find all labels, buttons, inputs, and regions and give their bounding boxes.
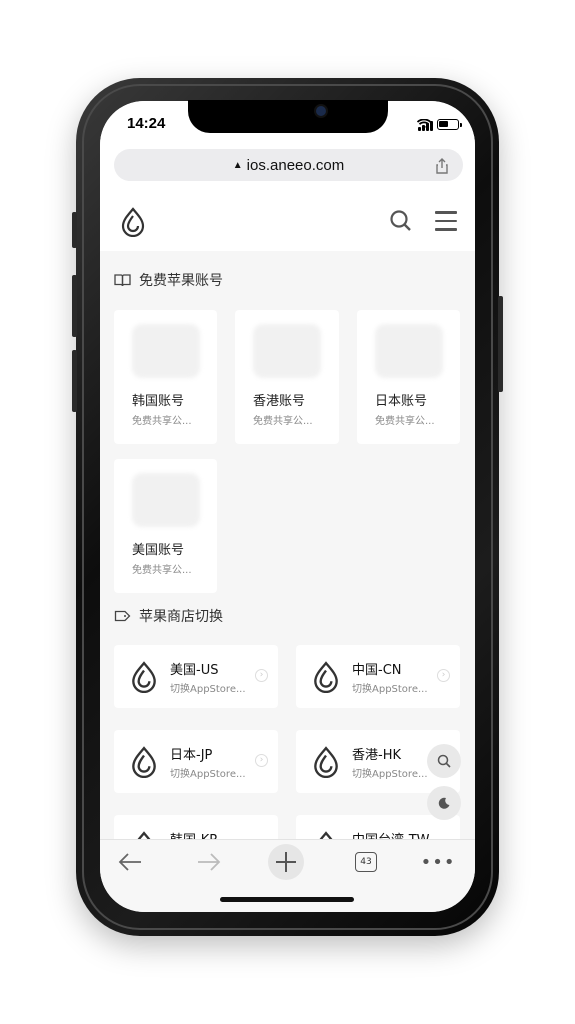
card-thumbnail — [375, 324, 443, 378]
chevron-right-icon: › — [255, 754, 268, 767]
card-name: 韩国账号 — [132, 394, 185, 409]
section-store-switch-title: 苹果商店切换 — [114, 606, 223, 626]
store-desc: 切换AppStore... — [170, 769, 246, 780]
droplet-logo-icon — [132, 661, 156, 693]
floating-search-button[interactable] — [427, 744, 461, 778]
tabs-button[interactable]: 43 — [354, 850, 378, 874]
card-desc: 免费共享公... — [375, 416, 435, 427]
tabs-count: 43 — [355, 852, 377, 872]
account-card-hongkong[interactable]: 香港账号 免费共享公... — [235, 310, 339, 444]
droplet-logo-icon — [132, 746, 156, 778]
droplet-logo-icon — [314, 661, 338, 693]
droplet-logo-icon — [314, 746, 338, 778]
moon-icon — [438, 797, 450, 809]
front-camera — [316, 106, 326, 116]
browser-toolbar: 43 ••• — [100, 839, 475, 912]
card-name: 美国账号 — [132, 543, 185, 558]
battery-icon — [437, 119, 462, 130]
store-name: 中国-CN — [352, 663, 402, 678]
volume-up-button — [72, 275, 77, 337]
home-indicator — [220, 897, 354, 902]
share-icon[interactable] — [433, 157, 451, 175]
chevron-right-icon: › — [437, 669, 450, 682]
section-free-accounts-title: 免费苹果账号 — [114, 270, 223, 290]
hamburger-menu-icon[interactable] — [435, 211, 457, 231]
search-icon — [437, 754, 451, 768]
account-card-japan[interactable]: 日本账号 免费共享公... — [357, 310, 460, 444]
card-desc: 免费共享公... — [132, 565, 192, 576]
book-icon — [114, 274, 131, 287]
store-switch-jp[interactable]: 日本-JP 切换AppStore... › — [114, 730, 278, 793]
card-thumbnail — [132, 324, 200, 378]
phone-notch — [188, 100, 388, 133]
phone-screen: 14:24 ▲ ios.aneeo.com 免费苹果账号 韩国账号 免费共享公.… — [100, 101, 475, 912]
card-desc: 免费共享公... — [253, 416, 313, 427]
url-bar[interactable]: ▲ ios.aneeo.com — [114, 149, 463, 181]
mute-switch — [72, 212, 77, 248]
url-text: ios.aneeo.com — [246, 156, 345, 174]
card-desc: 免费共享公... — [132, 416, 192, 427]
tag-icon — [114, 610, 131, 622]
browser-address-area: ▲ ios.aneeo.com — [100, 145, 475, 191]
card-thumbnail — [132, 473, 200, 527]
dark-mode-toggle[interactable] — [427, 786, 461, 820]
site-header — [100, 191, 475, 251]
store-desc: 切换AppStore... — [352, 684, 428, 695]
volume-down-button — [72, 350, 77, 412]
store-desc: 切换AppStore... — [170, 684, 246, 695]
droplet-logo-icon[interactable] — [120, 207, 146, 237]
status-time: 14:24 — [127, 115, 166, 132]
store-name: 香港-HK — [352, 748, 401, 763]
store-desc: 切换AppStore... — [352, 769, 428, 780]
card-thumbnail — [253, 324, 321, 378]
store-switch-cn[interactable]: 中国-CN 切换AppStore... › — [296, 645, 460, 708]
card-name: 日本账号 — [375, 394, 428, 409]
arrow-right-icon[interactable] — [196, 850, 222, 874]
ellipsis-icon[interactable]: ••• — [421, 850, 455, 874]
new-tab-button[interactable] — [268, 844, 304, 880]
card-name: 香港账号 — [253, 394, 306, 409]
power-button — [498, 296, 503, 392]
account-card-korea[interactable]: 韩国账号 免费共享公... — [114, 310, 217, 444]
store-name: 美国-US — [170, 663, 219, 678]
search-icon[interactable] — [389, 209, 413, 233]
store-name: 日本-JP — [170, 748, 213, 763]
secure-indicator-icon: ▲ — [232, 159, 243, 171]
arrow-left-icon[interactable] — [117, 850, 143, 874]
account-card-usa[interactable]: 美国账号 免费共享公... — [114, 459, 217, 593]
plus-icon — [276, 852, 296, 872]
chevron-right-icon: › — [255, 669, 268, 682]
store-switch-us[interactable]: 美国-US 切换AppStore... › — [114, 645, 278, 708]
wifi-icon — [417, 119, 431, 129]
